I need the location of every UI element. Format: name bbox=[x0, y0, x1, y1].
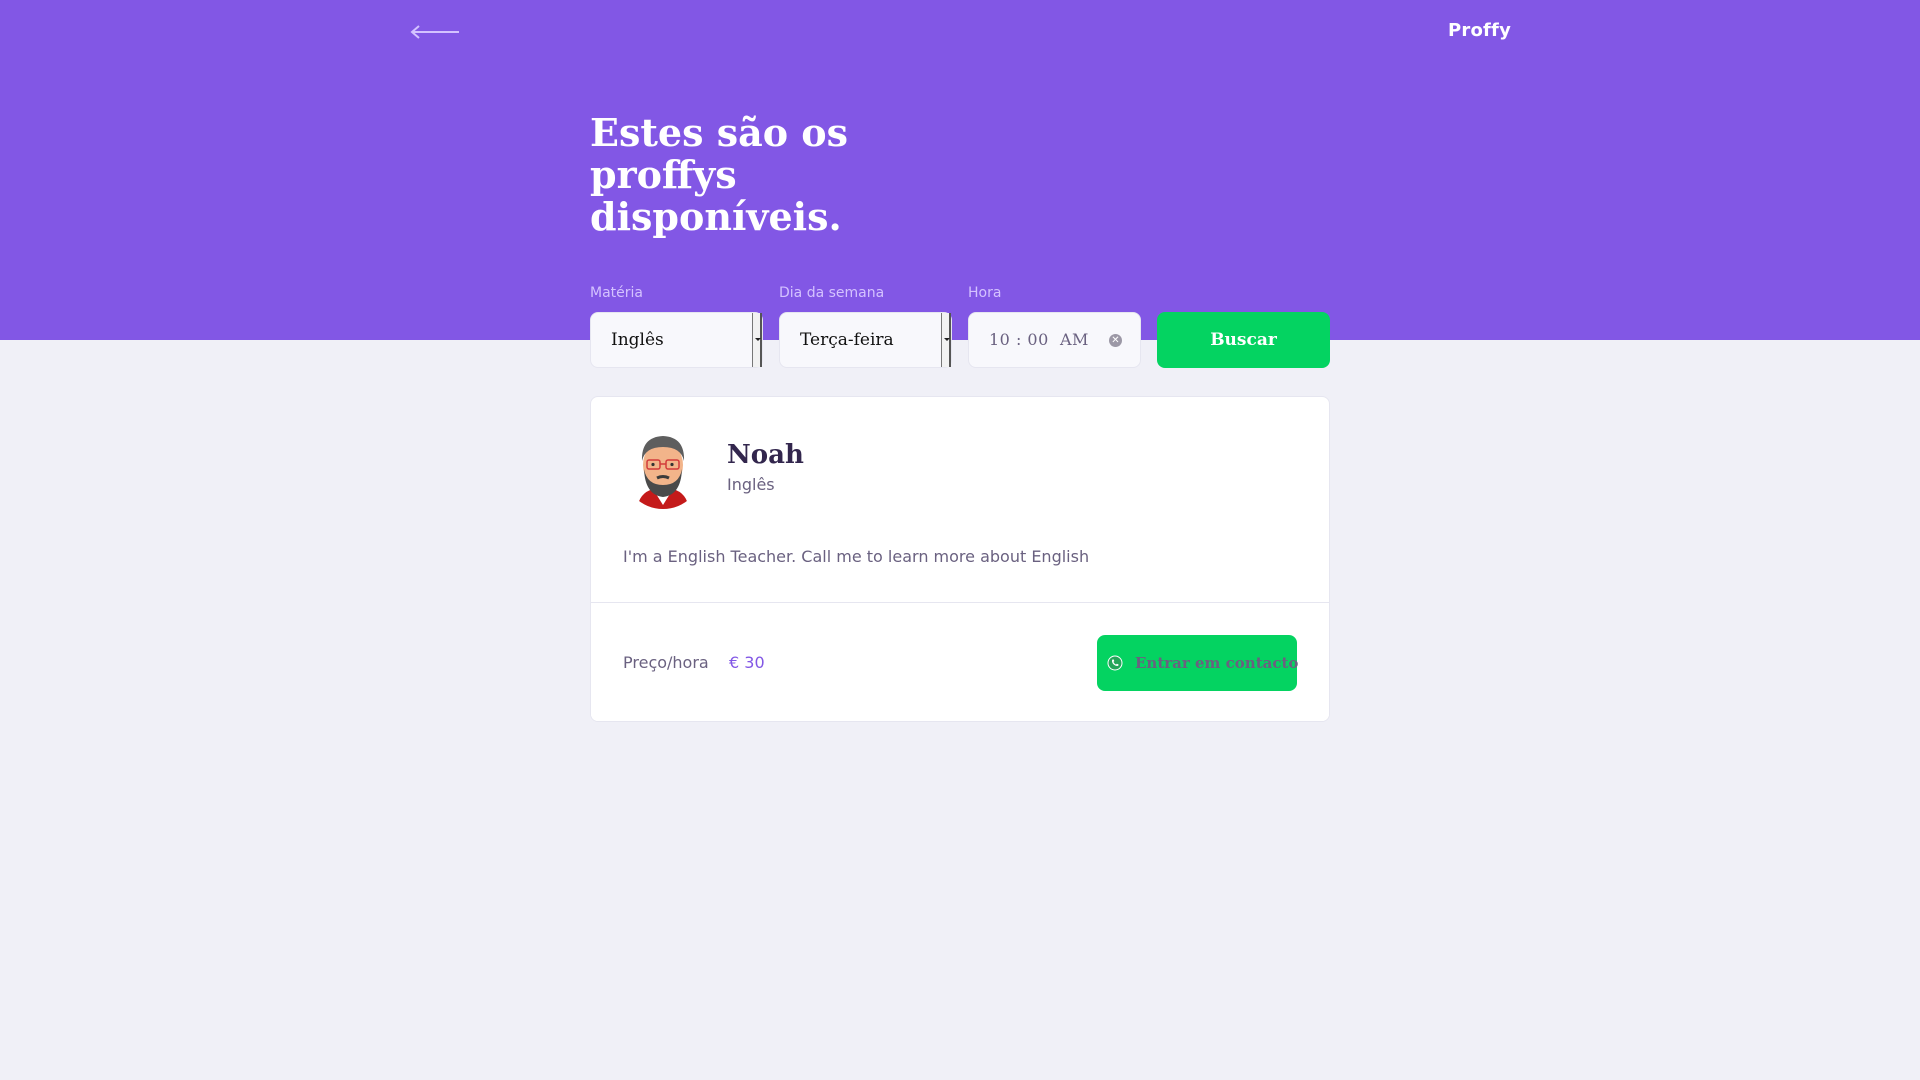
back-button[interactable] bbox=[409, 20, 461, 44]
time-field: Hora 10 : 00 AM ✕ bbox=[968, 284, 1141, 368]
weekday-label: Dia da semana bbox=[779, 285, 885, 301]
subject-select-value: Inglês bbox=[611, 330, 664, 350]
proffy-logo: Proffy bbox=[1447, 20, 1511, 41]
clear-icon[interactable]: ✕ bbox=[1109, 334, 1122, 347]
avatar bbox=[623, 429, 703, 509]
teacher-card-footer: Preço/hora € 30 Entrar em contacto bbox=[591, 602, 1329, 721]
subject-select[interactable]: Inglês bbox=[590, 312, 763, 368]
top-bar: Proffy bbox=[409, 18, 1511, 46]
time-label: Hora bbox=[968, 285, 1002, 301]
whatsapp-icon bbox=[1107, 655, 1123, 671]
chevron-down-icon[interactable] bbox=[752, 313, 762, 367]
chevron-down-icon[interactable] bbox=[941, 313, 951, 367]
time-input[interactable]: 10 : 00 AM ✕ bbox=[968, 312, 1141, 368]
weekday-field: Dia da semana Terça-feira bbox=[779, 284, 952, 368]
teacher-bio: I'm a English Teacher. Call me to learn … bbox=[623, 547, 1090, 566]
teacher-card: Noah Inglês I'm a English Teacher. Call … bbox=[590, 396, 1330, 722]
price-label: Preço/hora bbox=[623, 653, 709, 672]
search-button[interactable]: Buscar bbox=[1157, 312, 1330, 368]
price-value: € 30 bbox=[729, 653, 765, 672]
weekday-select[interactable]: Terça-feira bbox=[779, 312, 952, 368]
teacher-subject: Inglês bbox=[727, 475, 775, 494]
weekday-select-value: Terça-feira bbox=[800, 330, 894, 350]
subject-label: Matéria bbox=[590, 285, 643, 301]
search-filters: Matéria Inglês Dia da semana Terça-feira… bbox=[590, 284, 1330, 368]
subject-field: Matéria Inglês bbox=[590, 284, 763, 368]
time-input-value[interactable]: 10 : 00 AM bbox=[989, 313, 1089, 367]
contact-button[interactable]: Entrar em contacto bbox=[1097, 635, 1299, 691]
teacher-name: Noah bbox=[727, 440, 804, 470]
arrow-left-icon bbox=[410, 25, 459, 39]
page-title: Estes são os proffys disponíveis. bbox=[590, 110, 849, 239]
contact-button-label: Entrar em contacto bbox=[1135, 654, 1299, 672]
